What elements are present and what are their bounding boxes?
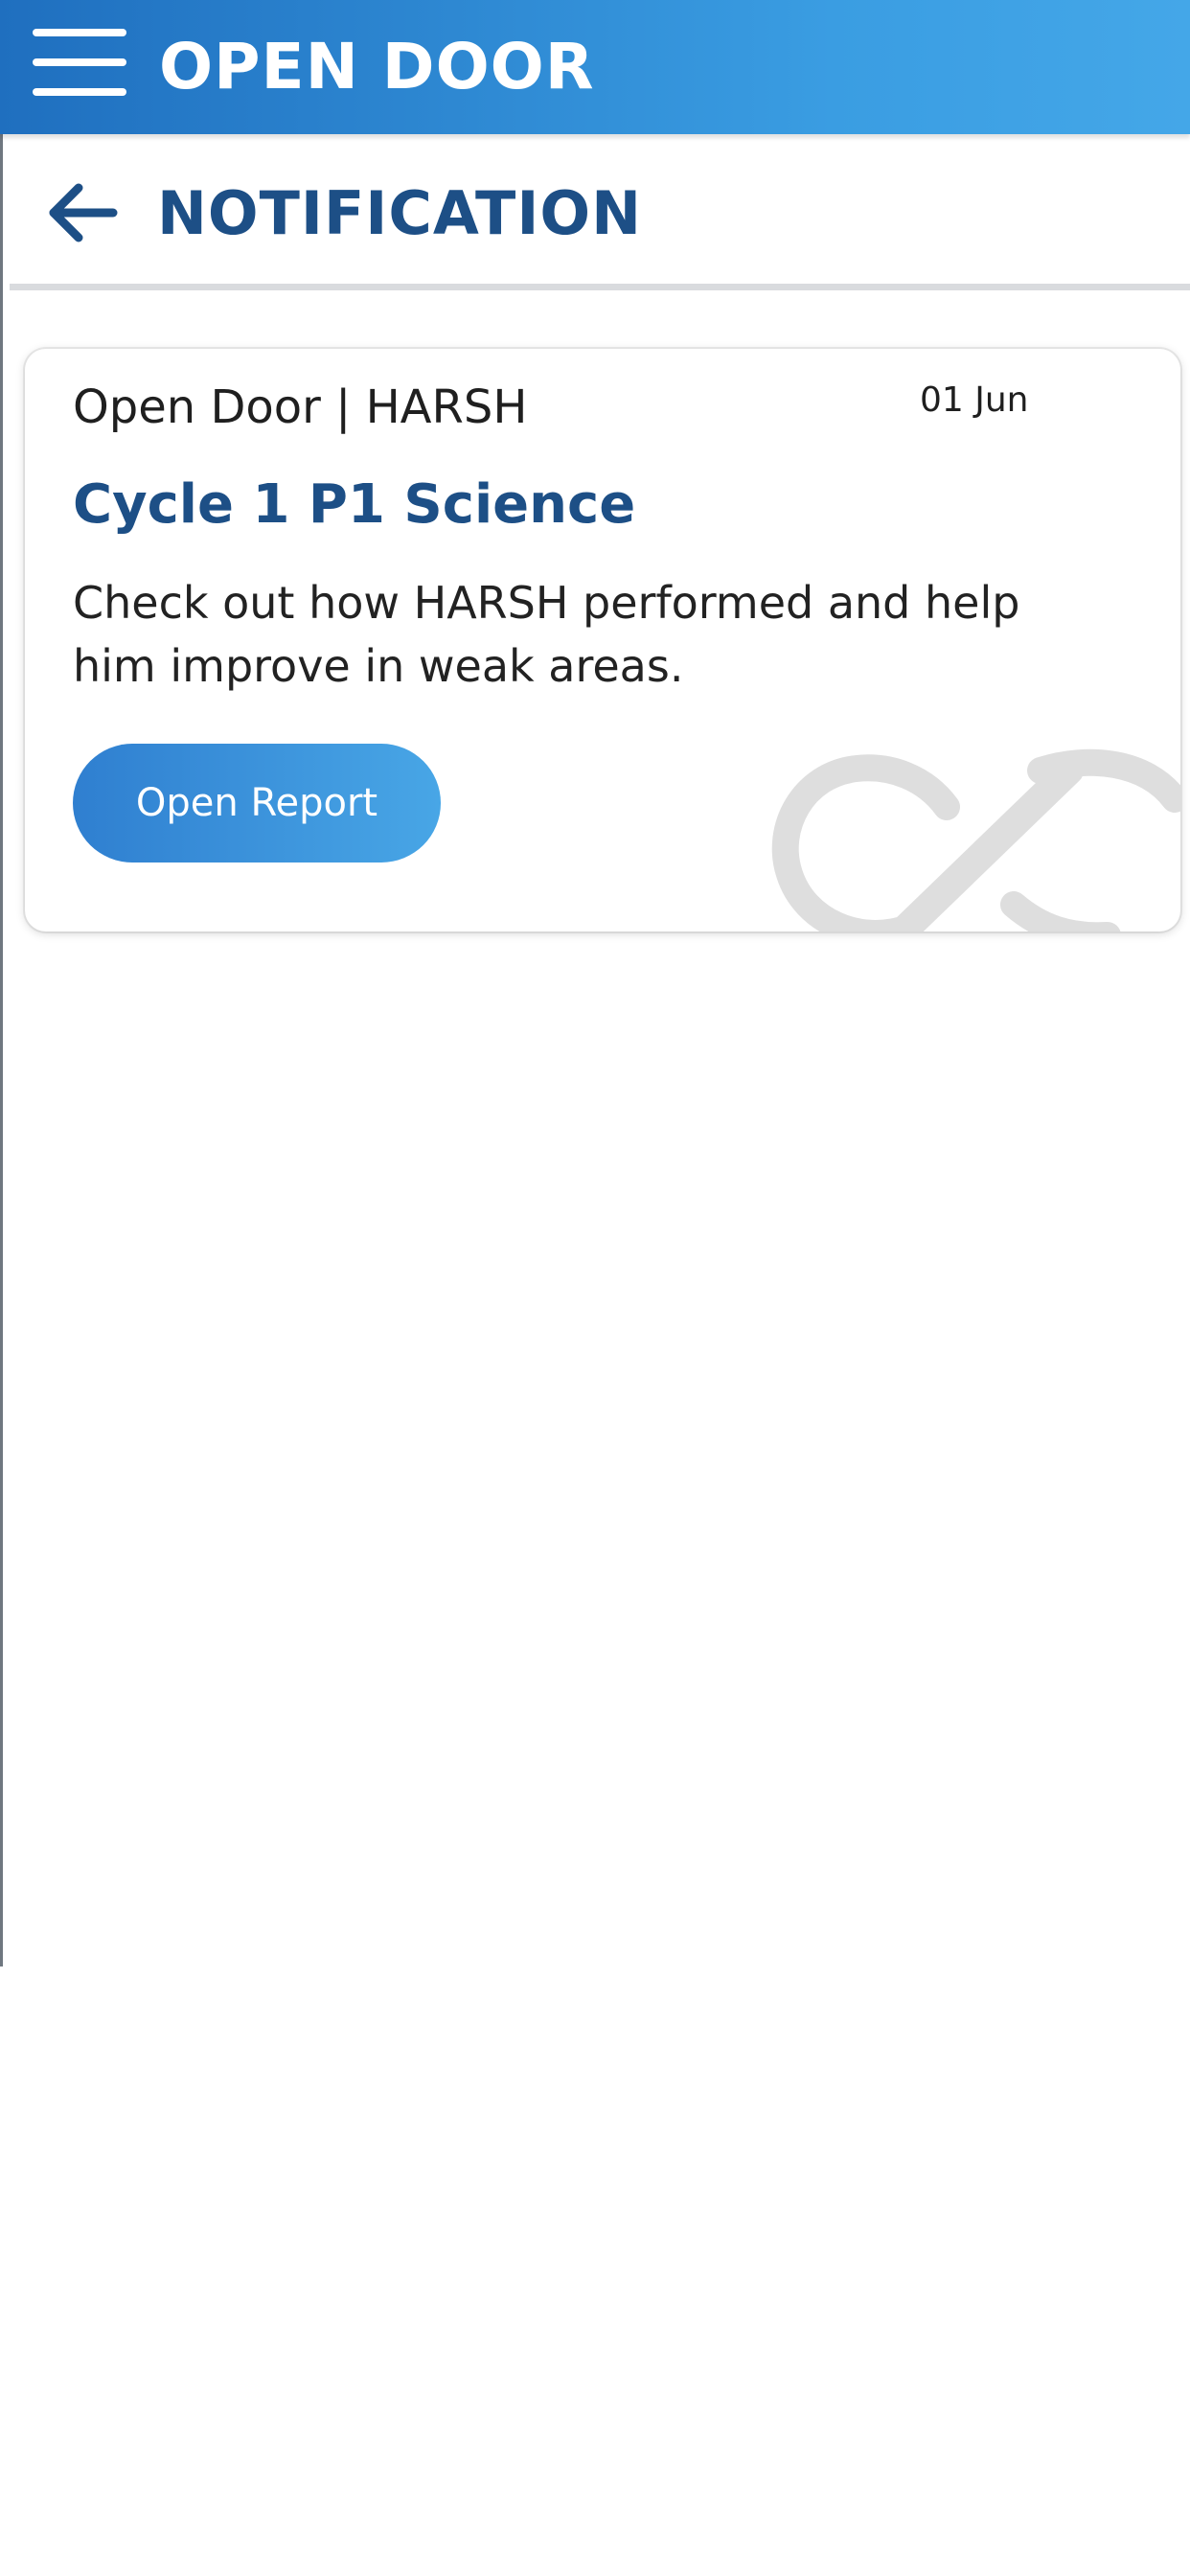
notification-title: Cycle 1 P1 Science xyxy=(73,473,636,536)
page-header: NOTIFICATION xyxy=(10,144,1190,290)
open-door-logo-watermark xyxy=(771,748,1180,932)
app-screen: OPEN DOOR NOTIFICATION Open Door | HARSH… xyxy=(0,0,1190,2576)
page-title: NOTIFICATION xyxy=(157,178,643,248)
notification-source: Open Door | HARSH xyxy=(73,380,528,434)
hamburger-menu-icon[interactable] xyxy=(33,29,126,96)
menu-line xyxy=(33,29,126,36)
arrow-left-icon xyxy=(49,183,118,242)
left-edge-divider xyxy=(0,134,3,1966)
notification-date: 01 Jun xyxy=(920,380,1029,420)
notification-card[interactable]: Open Door | HARSH 01 Jun Cycle 1 P1 Scie… xyxy=(25,349,1180,932)
open-report-button[interactable]: Open Report xyxy=(73,744,441,862)
back-button[interactable] xyxy=(42,172,123,253)
notification-body: Check out how HARSH performed and help h… xyxy=(73,577,1020,692)
menu-line xyxy=(33,58,126,66)
menu-line xyxy=(33,88,126,96)
app-title: OPEN DOOR xyxy=(159,30,595,104)
app-bar: OPEN DOOR xyxy=(0,0,1190,134)
